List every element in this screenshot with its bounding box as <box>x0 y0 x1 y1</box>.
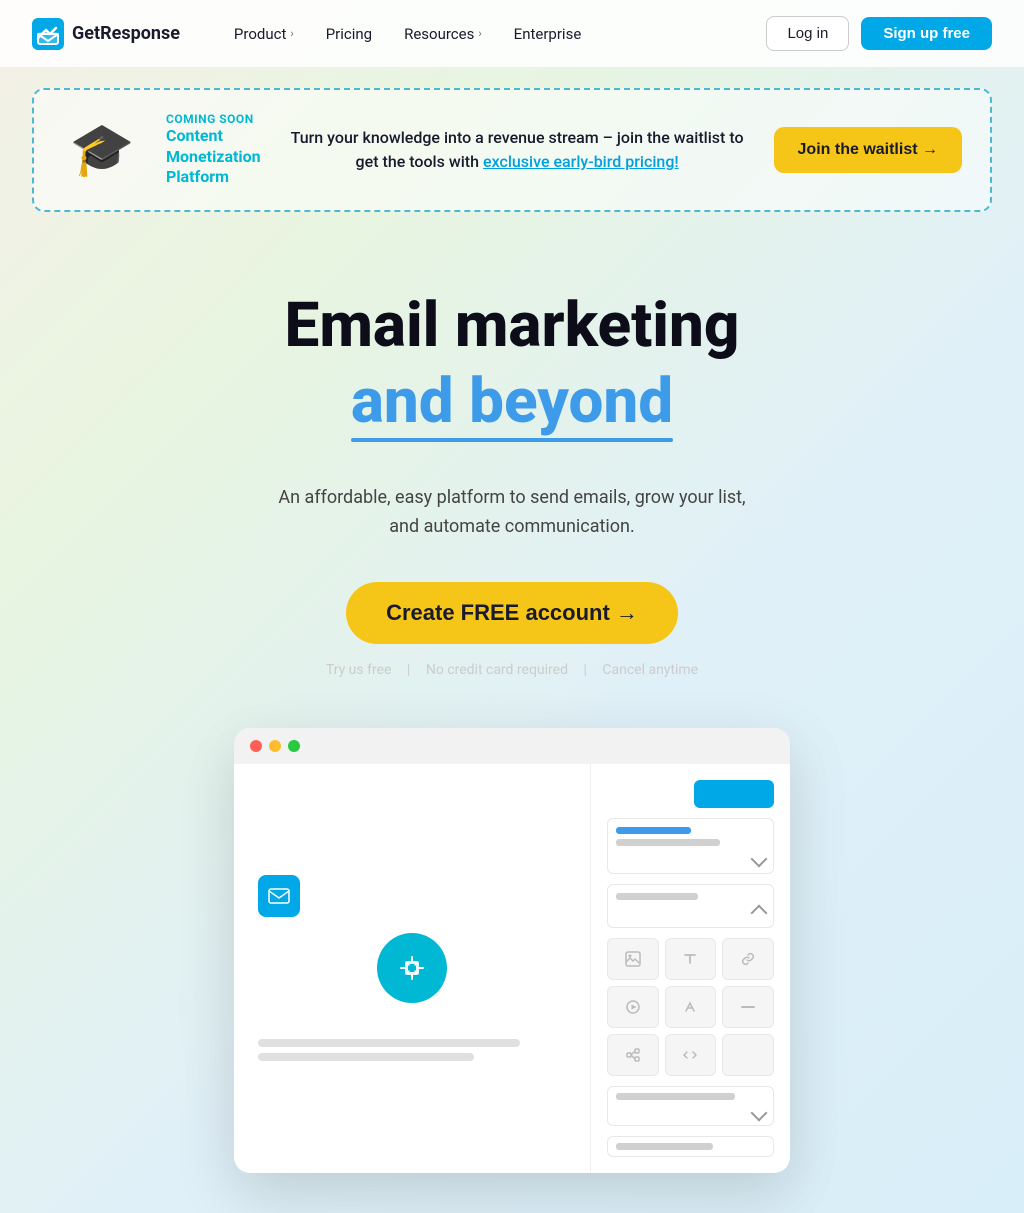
hero-description: An affordable, easy platform to send ema… <box>32 484 992 542</box>
promo-banner: 🎓 COMING SOON Content Monetization Platf… <box>32 88 992 212</box>
chevron-down-icon: › <box>290 27 293 40</box>
tool-code-icon <box>665 1034 717 1076</box>
mock-line-blue <box>616 827 691 834</box>
tool-image-icon <box>607 938 659 980</box>
mockup-tools-grid <box>607 938 774 1076</box>
hero-section: Email marketing and beyond An affordable… <box>0 232 1024 1213</box>
create-account-button[interactable]: Create FREE account → <box>346 582 678 644</box>
nav-item-product[interactable]: Product › <box>220 17 308 51</box>
signup-button[interactable]: Sign up free <box>861 17 992 50</box>
window-titlebar <box>234 728 790 764</box>
content-lines <box>258 1039 566 1061</box>
mockup-body <box>234 764 790 1173</box>
logo-text: GetResponse <box>72 23 180 44</box>
nav-links: Product › Pricing Resources › Enterprise <box>220 17 767 51</box>
login-button[interactable]: Log in <box>766 16 849 51</box>
mockup-left-panel <box>234 764 590 1173</box>
hero-note: Try us free | No credit card required | … <box>32 662 992 678</box>
mockup-line-group-2 <box>607 884 774 928</box>
navigation: GetResponse Product › Pricing Resources … <box>0 0 1024 68</box>
minimize-dot <box>269 740 281 752</box>
graduation-cap-icon: 🎓 <box>70 124 135 176</box>
mock-line <box>616 839 720 846</box>
mockup-bottom-lines <box>607 1086 774 1126</box>
ai-chip-icon <box>377 933 447 1003</box>
banner-label: COMING SOON Content Monetization Platfor… <box>166 112 261 188</box>
mockup-line-group <box>607 818 774 874</box>
banner-title: Content Monetization Platform <box>166 126 261 188</box>
tool-font-icon <box>665 986 717 1028</box>
tool-social-icon <box>607 1034 659 1076</box>
hero-title: Email marketing and beyond <box>32 292 992 464</box>
tool-divider-icon <box>722 986 774 1028</box>
chevron-down-icon <box>751 1104 768 1121</box>
mockup-top-button <box>694 780 774 808</box>
tool-link-icon <box>722 938 774 980</box>
nav-actions: Log in Sign up free <box>766 16 992 51</box>
tool-extra <box>722 1034 774 1076</box>
email-icon <box>258 875 300 917</box>
app-mockup <box>202 728 822 1173</box>
mock-line <box>616 893 698 900</box>
content-line <box>258 1039 520 1047</box>
tool-text-icon <box>665 938 717 980</box>
mockup-window <box>234 728 790 1173</box>
nav-item-pricing[interactable]: Pricing <box>312 17 386 51</box>
waitlist-button[interactable]: Join the waitlist → <box>774 127 962 173</box>
close-dot <box>250 740 262 752</box>
content-line <box>258 1053 474 1061</box>
maximize-dot <box>288 740 300 752</box>
tool-video-icon <box>607 986 659 1028</box>
nav-item-enterprise[interactable]: Enterprise <box>500 17 596 51</box>
banner-body: Turn your knowledge into a revenue strea… <box>285 126 750 174</box>
mockup-right-panel <box>590 764 790 1173</box>
nav-item-resources[interactable]: Resources › <box>390 17 496 51</box>
logo[interactable]: GetResponse <box>32 18 180 50</box>
coming-soon-label: COMING SOON <box>166 112 261 126</box>
chevron-down-icon: › <box>478 27 481 40</box>
early-bird-link[interactable]: exclusive early-bird pricing! <box>483 152 679 171</box>
mockup-bottom-lines-2 <box>607 1136 774 1157</box>
chevron-up-icon <box>751 904 768 921</box>
chevron-down-icon <box>751 850 768 867</box>
banner-icon: 🎓 <box>62 110 142 190</box>
